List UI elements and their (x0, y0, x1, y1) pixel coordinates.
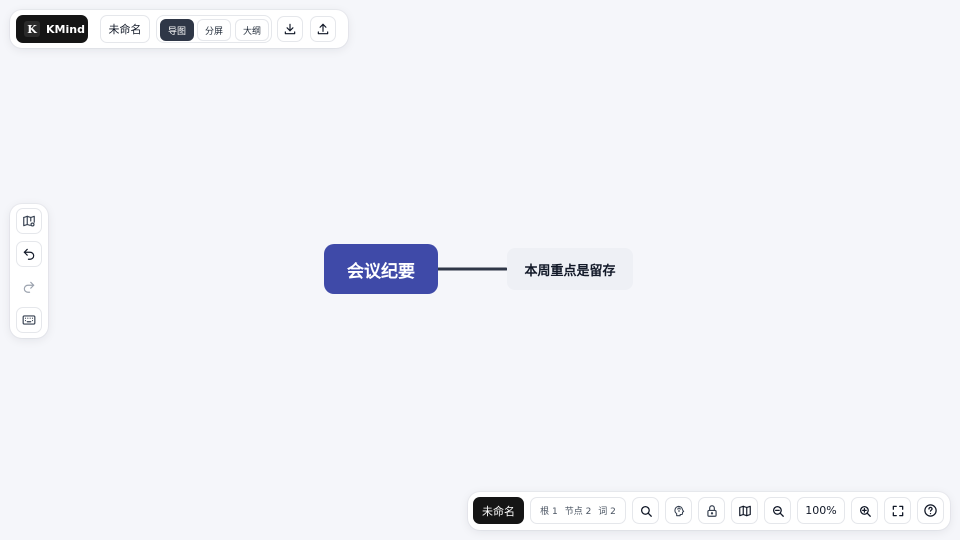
redo-button[interactable] (16, 274, 42, 300)
root-node[interactable]: 会议纪要 (324, 244, 438, 294)
minimap-button[interactable] (731, 497, 758, 524)
document-name-button[interactable]: 未命名 (100, 15, 150, 43)
fullscreen-icon (892, 505, 903, 516)
search-button[interactable] (632, 497, 659, 524)
root-count: 根 1 (540, 507, 558, 517)
node-connector (438, 267, 507, 271)
brain-icon (673, 505, 684, 516)
bottom-toolbar: 未命名 根 1 节点 2 词 2 100% (468, 492, 950, 530)
keyboard-icon (22, 315, 36, 325)
undo-button[interactable] (16, 241, 42, 267)
lock-icon (706, 504, 717, 517)
upload-button[interactable] (310, 16, 336, 42)
undo-icon (23, 248, 35, 260)
kmind-logo-icon: K (24, 21, 40, 37)
download-button[interactable] (277, 16, 303, 42)
redo-icon (23, 281, 35, 293)
brand-name: KMind (46, 22, 85, 36)
help-icon (924, 504, 937, 517)
child-node[interactable]: 本周重点是留存 (507, 248, 633, 290)
help-button[interactable] (917, 497, 944, 524)
lock-button[interactable] (698, 497, 725, 524)
left-tool-panel (10, 204, 48, 338)
zoom-in-button[interactable] (851, 497, 878, 524)
map-settings-icon (23, 215, 35, 227)
brand-button[interactable]: K KMind (16, 15, 88, 43)
keyboard-shortcuts-button[interactable] (16, 307, 42, 333)
zoom-level[interactable]: 100% (797, 497, 845, 524)
tab-split-view[interactable]: 分屏 (197, 19, 231, 41)
download-icon (284, 23, 296, 35)
zoom-out-icon (772, 505, 784, 517)
map-icon (738, 505, 751, 516)
zoom-in-icon (859, 505, 871, 517)
top-toolbar: K KMind 未命名 导图 分屏 大纲 (10, 10, 348, 48)
node-count: 节点 2 (564, 507, 592, 517)
upload-icon (317, 23, 329, 35)
search-icon (640, 505, 652, 517)
tab-mindmap-view[interactable]: 导图 (160, 19, 194, 41)
map-settings-button[interactable] (16, 208, 42, 234)
word-count: 词 2 (598, 507, 616, 517)
fullscreen-button[interactable] (884, 497, 911, 524)
document-stats: 根 1 节点 2 词 2 (530, 497, 626, 524)
tab-outline-view[interactable]: 大纲 (235, 19, 269, 41)
document-name-badge[interactable]: 未命名 (473, 497, 524, 524)
ai-assist-button[interactable] (665, 497, 692, 524)
zoom-out-button[interactable] (764, 497, 791, 524)
view-mode-switcher: 导图 分屏 大纲 (156, 15, 272, 43)
